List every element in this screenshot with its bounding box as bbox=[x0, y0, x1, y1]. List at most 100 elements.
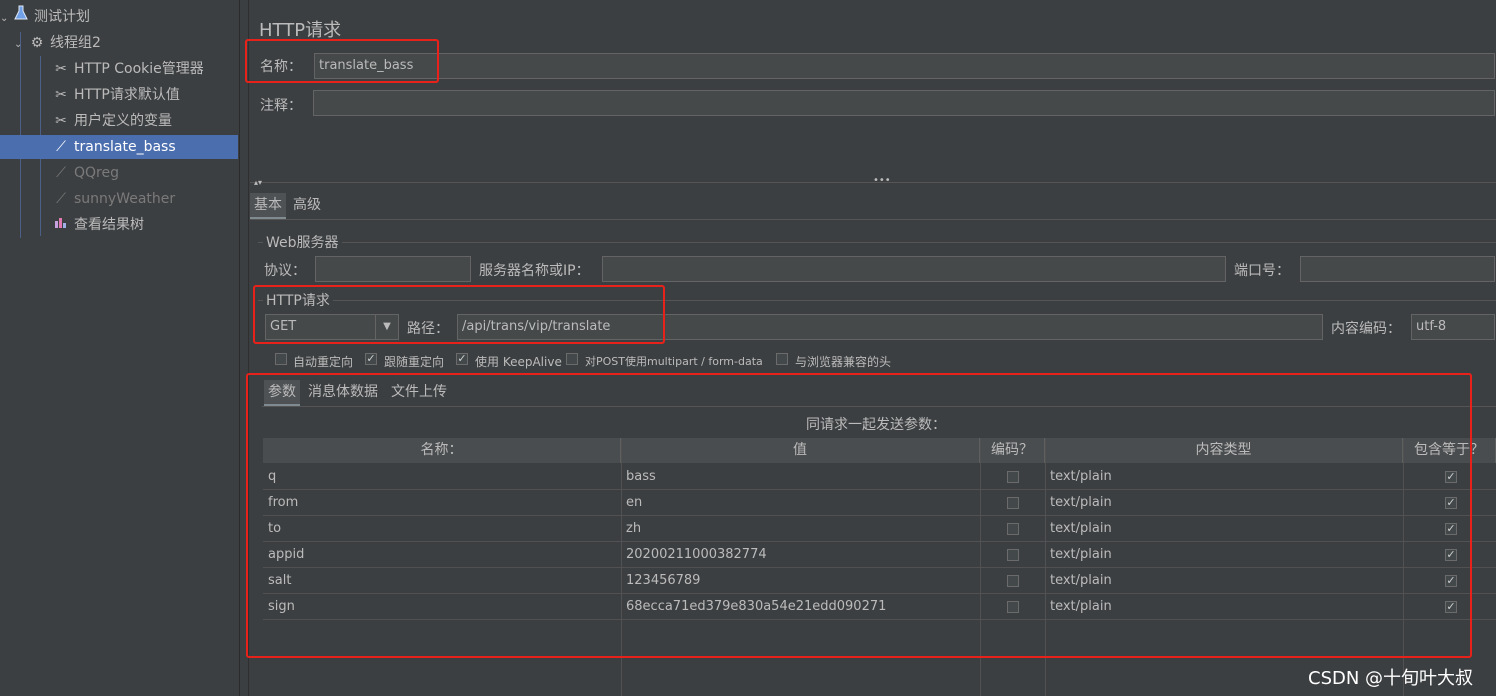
chart-icon bbox=[52, 213, 70, 237]
table-row[interactable]: from en text/plain ✓ bbox=[263, 490, 1496, 516]
method-value: GET bbox=[270, 319, 297, 334]
tree-item-label: QQreg bbox=[74, 165, 119, 181]
follow-redirect-checkbox[interactable]: ✓ bbox=[365, 353, 377, 365]
param-content-type[interactable]: text/plain bbox=[1045, 464, 1112, 490]
watermark: CSDN @十旬叶大叔 bbox=[1308, 668, 1474, 689]
column-header-encode[interactable]: 编码？ bbox=[980, 438, 1045, 463]
server-label: 服务器名称或IP： bbox=[479, 263, 590, 279]
splitter-grip-icon[interactable]: ••• bbox=[873, 175, 891, 186]
param-content-type[interactable]: text/plain bbox=[1045, 568, 1112, 594]
param-value[interactable]: zh bbox=[621, 516, 641, 542]
param-name[interactable]: from bbox=[263, 490, 298, 516]
name-field[interactable]: translate_bass bbox=[314, 53, 1495, 79]
wrench-scissors-icon: ✂ bbox=[55, 61, 67, 77]
tree-item-test-plan[interactable]: ⌄ 测试计划 bbox=[0, 5, 238, 29]
param-name[interactable]: appid bbox=[263, 542, 304, 568]
path-label: 路径： bbox=[407, 321, 449, 337]
encode-checkbox[interactable] bbox=[1007, 575, 1019, 587]
comment-field[interactable] bbox=[313, 90, 1495, 116]
tree-item-view-results-tree[interactable]: 查看结果树 bbox=[52, 213, 238, 237]
tab-divider bbox=[262, 406, 1496, 407]
include-equals-checkbox[interactable]: ✓ bbox=[1445, 575, 1457, 587]
tree-item-label: sunnyWeather bbox=[74, 191, 176, 207]
include-equals-checkbox[interactable]: ✓ bbox=[1445, 601, 1457, 613]
tab-basic[interactable]: 基本 bbox=[250, 193, 286, 219]
page-title: HTTP请求 bbox=[259, 20, 342, 41]
column-header-name[interactable]: 名称： bbox=[263, 438, 621, 463]
port-field[interactable] bbox=[1300, 256, 1495, 282]
column-header-value[interactable]: 值 bbox=[621, 438, 980, 463]
chevron-down-icon[interactable]: ⌄ bbox=[14, 33, 28, 57]
column-header-include-equals[interactable]: 包含等于？ bbox=[1403, 438, 1496, 463]
tree-item-label: 用户定义的变量 bbox=[74, 113, 172, 129]
method-select[interactable]: GET ▼ bbox=[265, 314, 399, 340]
param-value[interactable]: en bbox=[621, 490, 642, 516]
table-row[interactable]: q bass text/plain ✓ bbox=[263, 464, 1496, 490]
test-plan-flask-icon bbox=[12, 5, 30, 29]
table-row[interactable]: to zh text/plain ✓ bbox=[263, 516, 1496, 542]
wrench-scissors-icon: ✂ bbox=[55, 87, 67, 103]
param-value[interactable]: 68ecca71ed379e830a54e21edd090271 bbox=[621, 594, 886, 620]
tree-item-user-variables[interactable]: ✂ 用户定义的变量 bbox=[52, 109, 238, 133]
tree-item-label: 查看结果树 bbox=[74, 217, 144, 233]
encode-checkbox[interactable] bbox=[1007, 471, 1019, 483]
splitter-grip-icon[interactable]: ⋮ bbox=[242, 375, 252, 386]
column-header-content-type[interactable]: 内容类型 bbox=[1045, 438, 1403, 463]
protocol-field[interactable] bbox=[315, 256, 471, 282]
include-equals-checkbox[interactable]: ✓ bbox=[1445, 471, 1457, 483]
chevron-down-icon[interactable]: ⌄ bbox=[0, 7, 12, 31]
param-content-type[interactable]: text/plain bbox=[1045, 516, 1112, 542]
encoding-field[interactable]: utf-8 bbox=[1411, 314, 1495, 340]
param-value[interactable]: 123456789 bbox=[621, 568, 700, 594]
table-row[interactable]: sign 68ecca71ed379e830a54e21edd090271 te… bbox=[263, 594, 1496, 620]
tree-item-thread-group[interactable]: ⌄ ⚙ 线程组2 bbox=[14, 31, 238, 55]
tree-item-label: HTTP请求默认值 bbox=[74, 87, 180, 103]
tab-body-data[interactable]: 消息体数据 bbox=[304, 380, 382, 404]
table-row[interactable]: salt 123456789 text/plain ✓ bbox=[263, 568, 1496, 594]
include-equals-checkbox[interactable]: ✓ bbox=[1445, 523, 1457, 535]
param-name[interactable]: q bbox=[263, 464, 276, 490]
pipette-icon: ⟋ bbox=[56, 191, 66, 207]
multipart-checkbox[interactable] bbox=[566, 353, 578, 365]
auto-redirect-checkbox[interactable] bbox=[275, 353, 287, 365]
include-equals-checkbox[interactable]: ✓ bbox=[1445, 549, 1457, 561]
path-field[interactable]: /api/trans/vip/translate bbox=[457, 314, 1323, 340]
section-divider bbox=[258, 300, 1496, 301]
tree-item-sunnyweather[interactable]: ⟋ sunnyWeather bbox=[52, 187, 238, 211]
param-name[interactable]: salt bbox=[263, 568, 291, 594]
tab-file-upload[interactable]: 文件上传 bbox=[387, 380, 451, 404]
param-value[interactable]: bass bbox=[621, 464, 656, 490]
param-name[interactable]: sign bbox=[263, 594, 295, 620]
param-value[interactable]: 20200211000382774 bbox=[621, 542, 767, 568]
splitter-arrows-icon[interactable]: ▴▾ bbox=[254, 178, 262, 187]
server-field[interactable] bbox=[602, 256, 1226, 282]
tab-params[interactable]: 参数 bbox=[264, 380, 300, 406]
param-name[interactable]: to bbox=[263, 516, 281, 542]
chevron-down-icon[interactable]: ▼ bbox=[375, 315, 398, 339]
table-row[interactable]: appid 20200211000382774 text/plain ✓ bbox=[263, 542, 1496, 568]
tree-item-label: translate_bass bbox=[74, 139, 176, 155]
browser-headers-checkbox[interactable] bbox=[776, 353, 788, 365]
include-equals-checkbox[interactable]: ✓ bbox=[1445, 497, 1457, 509]
tree-item-label: 线程组2 bbox=[50, 35, 101, 51]
tree-item-qqreg[interactable]: ⟋ QQreg bbox=[52, 161, 238, 185]
pipette-icon: ⟋ bbox=[56, 165, 66, 181]
parameters-table: 名称： 值 编码？ 内容类型 包含等于？ q bass text/plain ✓… bbox=[263, 438, 1496, 696]
encode-checkbox[interactable] bbox=[1007, 549, 1019, 561]
params-caption: 同请求一起发送参数： bbox=[806, 417, 946, 433]
tree-item-cookie-manager[interactable]: ✂ HTTP Cookie管理器 bbox=[52, 57, 238, 81]
tree-item-request-defaults[interactable]: ✂ HTTP请求默认值 bbox=[52, 83, 238, 107]
param-content-type[interactable]: text/plain bbox=[1045, 542, 1112, 568]
tree-item-translate-bass[interactable]: ⟋ translate_bass bbox=[0, 135, 238, 159]
encode-checkbox[interactable] bbox=[1007, 523, 1019, 535]
encode-checkbox[interactable] bbox=[1007, 601, 1019, 613]
param-content-type[interactable]: text/plain bbox=[1045, 490, 1112, 516]
encode-checkbox[interactable] bbox=[1007, 497, 1019, 509]
tab-advanced[interactable]: 高级 bbox=[289, 193, 325, 217]
keepalive-checkbox[interactable]: ✓ bbox=[456, 353, 468, 365]
auto-redirect-label: 自动重定向 bbox=[293, 355, 354, 369]
test-plan-tree: ⌄ 测试计划 ⌄ ⚙ 线程组2 ✂ HTTP Cookie管理器 ✂ HTTP请求默认值 … bbox=[0, 0, 240, 696]
tree-item-label: HTTP Cookie管理器 bbox=[74, 61, 204, 77]
param-content-type[interactable]: text/plain bbox=[1045, 594, 1112, 620]
protocol-label: 协议： bbox=[264, 263, 306, 279]
